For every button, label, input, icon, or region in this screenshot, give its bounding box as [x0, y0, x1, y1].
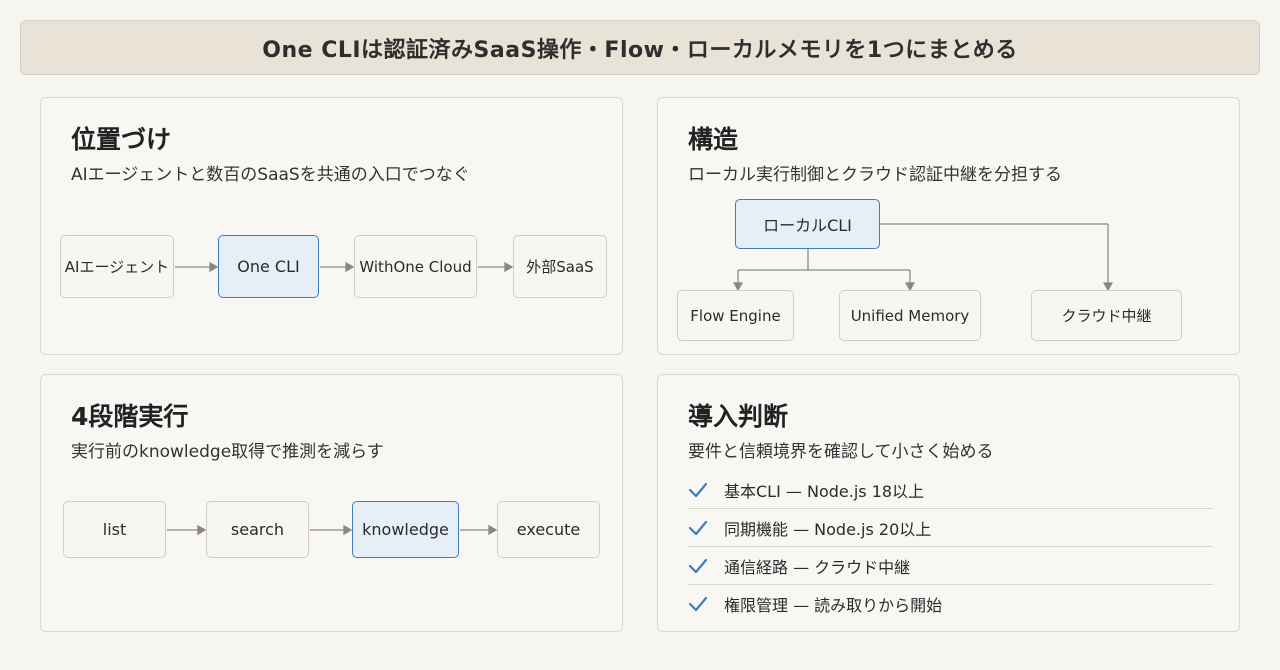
checkmark-icon	[688, 520, 714, 536]
stages-panel: 4段階実行 実行前のknowledge取得で推測を減らす list search…	[40, 374, 623, 632]
stage-node-search: search	[206, 501, 309, 558]
structure-root-local-cli: ローカルCLI	[735, 199, 880, 249]
checklist-item: 権限管理 — 読み取りから開始	[688, 585, 1213, 623]
adoption-title: 導入判断	[688, 402, 789, 431]
flow-node-ai-agent: AIエージェント	[60, 235, 174, 298]
header-title: One CLIは認証済みSaaS操作・Flow・ローカルメモリを1つにまとめる	[262, 37, 1018, 63]
stages-title: 4段階実行	[71, 402, 189, 431]
flow-node-external-saas: 外部SaaS	[513, 235, 607, 298]
structure-subtitle: ローカル実行制御とクラウド認証中継を分担する	[688, 165, 1062, 185]
checklist-item: 同期機能 — Node.js 20以上	[688, 509, 1213, 547]
flow-node-withone-cloud: WithOne Cloud	[354, 235, 477, 298]
checklist-item: 通信経路 — クラウド中継	[688, 547, 1213, 585]
checkmark-icon	[688, 596, 714, 612]
checkmark-icon	[688, 482, 714, 498]
structure-node-unified-memory: Unified Memory	[839, 290, 981, 341]
checklist-item-label: 通信経路 — クラウド中継	[724, 558, 911, 577]
structure-panel: 構造 ローカル実行制御とクラウド認証中継を分担する ローカルCLI Flow E…	[657, 97, 1240, 355]
checklist-item-label: 権限管理 — 読み取りから開始	[724, 596, 943, 615]
header-banner: One CLIは認証済みSaaS操作・Flow・ローカルメモリを1つにまとめる	[20, 20, 1260, 75]
stage-node-knowledge: knowledge	[352, 501, 459, 558]
flow-node-one-cli: One CLI	[218, 235, 319, 298]
structure-title: 構造	[688, 125, 739, 154]
checkmark-icon	[688, 558, 714, 574]
structure-node-cloud-relay: クラウド中継	[1031, 290, 1182, 341]
stages-subtitle: 実行前のknowledge取得で推測を減らす	[71, 442, 384, 462]
checklist-item-label: 同期機能 — Node.js 20以上	[724, 520, 932, 539]
checklist-item-label: 基本CLI — Node.js 18以上	[724, 482, 925, 501]
stage-node-execute: execute	[497, 501, 600, 558]
adoption-subtitle: 要件と信頼境界を確認して小さく始める	[688, 442, 994, 462]
adoption-panel: 導入判断 要件と信頼境界を確認して小さく始める 基本CLI — Node.js …	[657, 374, 1240, 632]
structure-node-flow-engine: Flow Engine	[677, 290, 794, 341]
positioning-panel: 位置づけ AIエージェントと数百のSaaSを共通の入口でつなぐ AIエージェント…	[40, 97, 623, 355]
positioning-title: 位置づけ	[71, 125, 172, 154]
positioning-subtitle: AIエージェントと数百のSaaSを共通の入口でつなぐ	[71, 165, 470, 185]
stage-node-list: list	[63, 501, 166, 558]
checklist-item: 基本CLI — Node.js 18以上	[688, 471, 1213, 509]
